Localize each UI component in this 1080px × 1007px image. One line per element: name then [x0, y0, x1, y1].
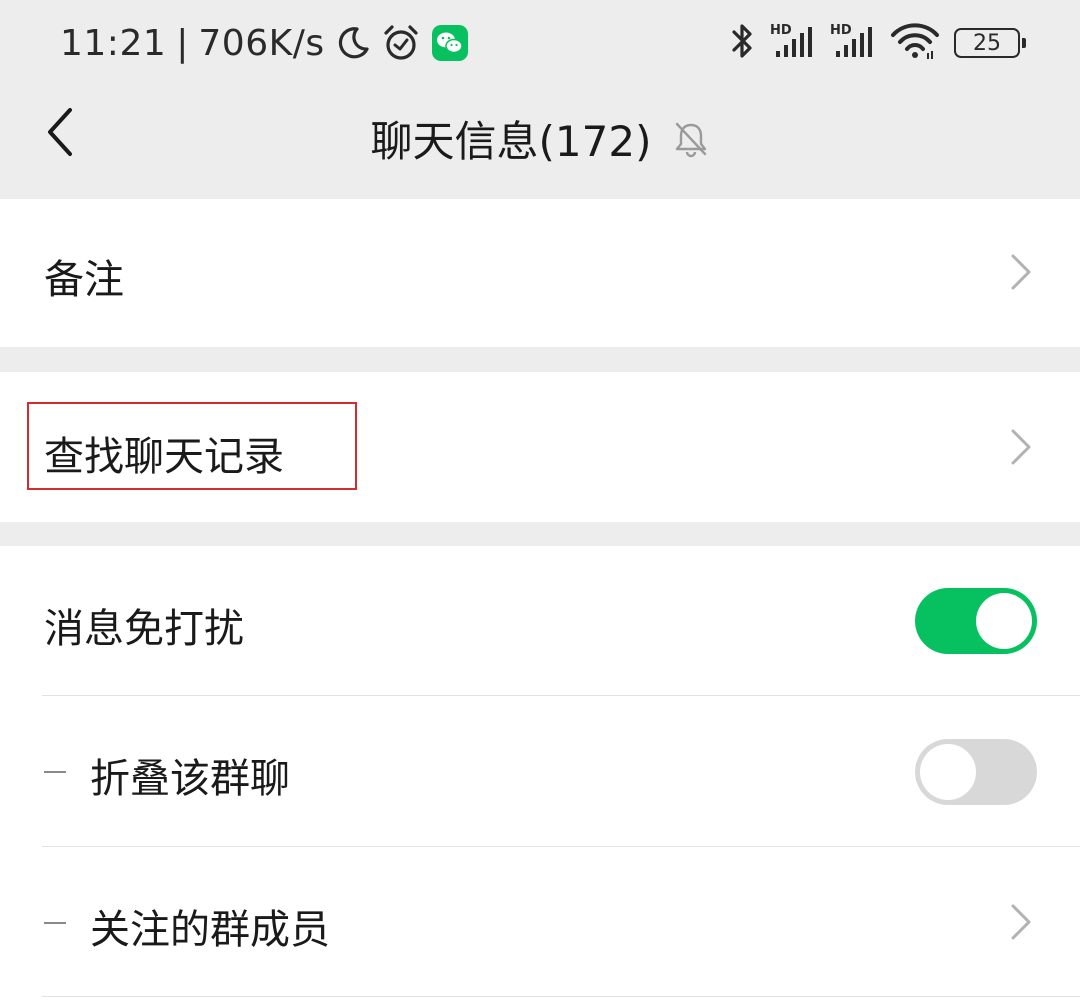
battery-level: 25	[973, 30, 1001, 56]
search-history-row[interactable]: 查找聊天记录	[0, 372, 1080, 522]
fold-toggle[interactable]	[915, 739, 1037, 805]
svg-text:HD: HD	[830, 23, 852, 38]
page-title: 聊天信息(172)	[370, 117, 652, 166]
moon-icon	[335, 25, 371, 61]
remark-row[interactable]: 备注	[0, 199, 1080, 347]
alarm-icon	[381, 23, 421, 63]
title-wrap: 聊天信息(172)	[0, 108, 1080, 169]
signal-hd-icon: HD	[770, 21, 816, 65]
toggle-knob	[976, 593, 1032, 649]
search-group: 查找聊天记录	[0, 372, 1080, 522]
settings-group: 消息免打扰 折叠该群聊 关注的群成员	[0, 546, 1080, 1007]
network-speed: 706K/s	[198, 22, 325, 64]
navigation-bar: 聊天信息(172)	[0, 84, 1080, 198]
wifi-icon	[890, 21, 940, 65]
remark-label: 备注	[44, 257, 124, 303]
mute-toggle[interactable]	[915, 588, 1037, 654]
chevron-right-icon	[1010, 253, 1032, 291]
search-history-label: 查找聊天记录	[44, 434, 284, 480]
followed-members-label: 关注的群成员	[90, 907, 330, 953]
fold-label: 折叠该群聊	[90, 756, 290, 802]
chat-info-screen: 11:21 | 706K/s HD HD 25 聊天信息(172) 备注 查找聊…	[0, 0, 1080, 1007]
bluetooth-icon	[728, 21, 756, 65]
fold-row: 折叠该群聊	[0, 696, 1080, 847]
sub-item-dash	[44, 771, 66, 773]
remark-group: 备注	[0, 199, 1080, 347]
sub-item-dash	[44, 922, 66, 924]
signal-hd-icon: HD	[830, 21, 876, 65]
status-bar: 11:21 | 706K/s HD HD 25	[0, 0, 1080, 84]
toggle-knob	[920, 744, 976, 800]
chevron-right-icon	[1010, 428, 1032, 466]
status-time: 11:21	[60, 22, 167, 64]
status-separator: |	[176, 22, 189, 64]
mute-label: 消息免打扰	[44, 606, 244, 652]
bell-muted-icon	[673, 120, 709, 158]
wechat-app-icon	[431, 24, 469, 62]
status-right: HD HD 25	[728, 18, 1026, 68]
battery-icon: 25	[954, 28, 1026, 58]
followed-members-row[interactable]: 关注的群成员	[0, 847, 1080, 997]
chevron-right-icon	[1010, 903, 1032, 941]
status-left: 11:21 | 706K/s	[60, 20, 469, 66]
svg-text:HD: HD	[770, 23, 792, 38]
row-divider	[42, 996, 1080, 997]
mute-row: 消息免打扰	[0, 546, 1080, 696]
